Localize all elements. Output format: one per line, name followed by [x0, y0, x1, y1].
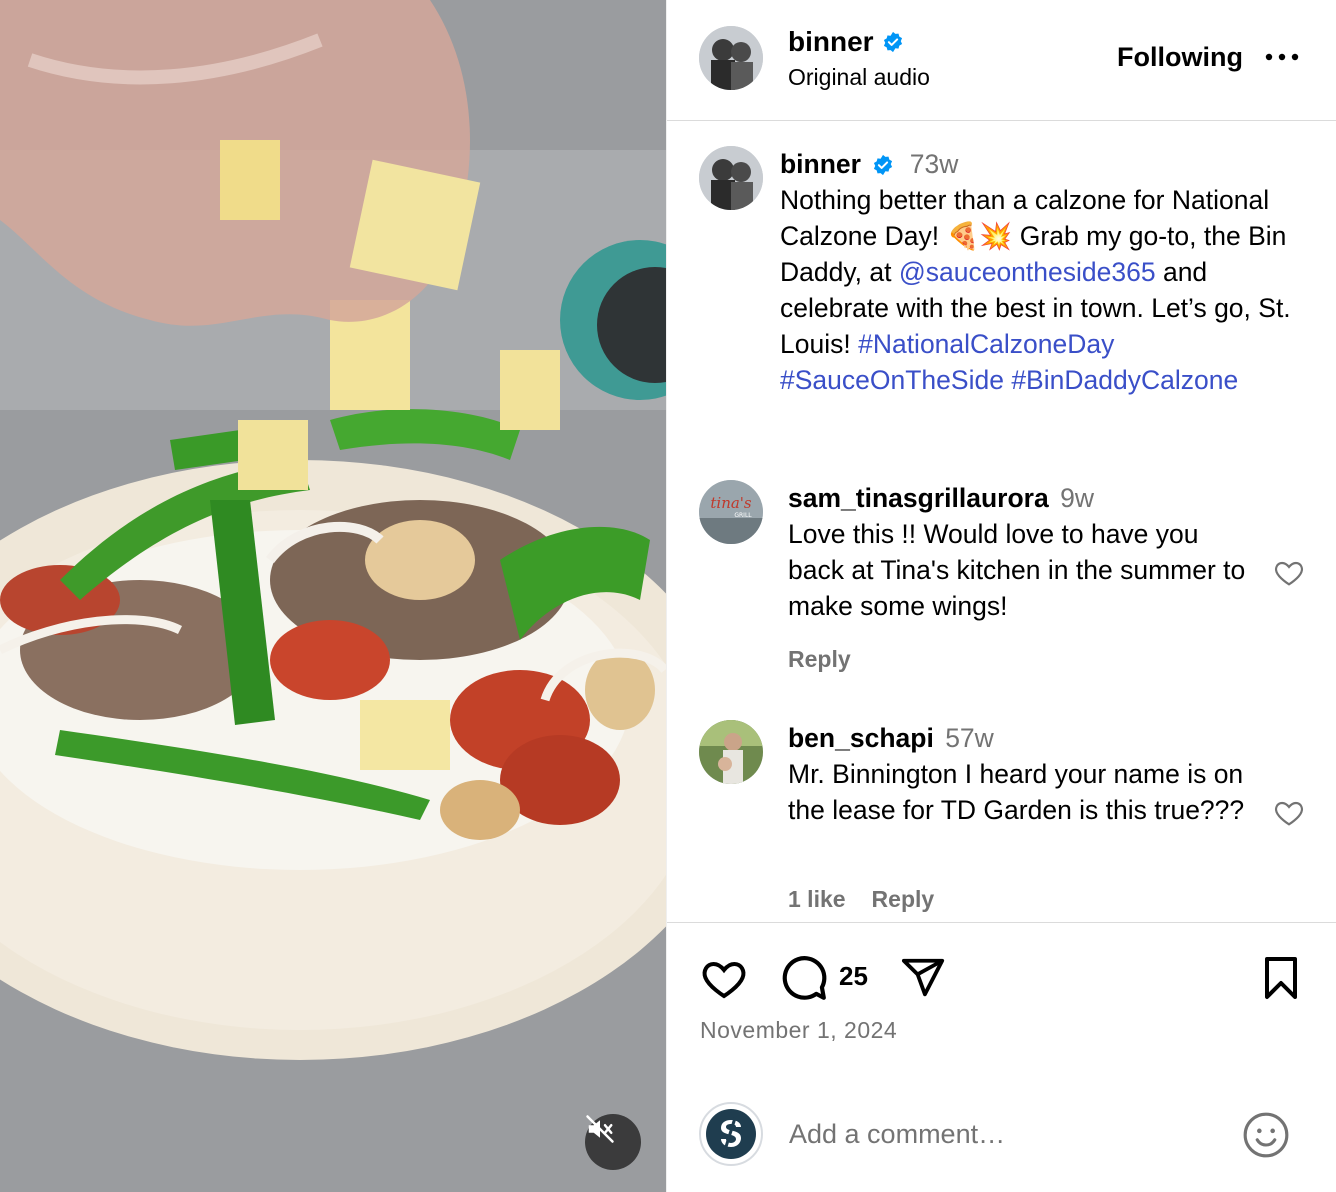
more-horizontal-icon	[1265, 53, 1299, 61]
hashtag-link[interactable]: #BinDaddyCalzone	[1011, 365, 1238, 395]
comment-text: Love this !! Would love to have you back…	[788, 519, 1246, 621]
comment-timestamp[interactable]: 9w	[1060, 483, 1094, 513]
caption-timestamp[interactable]: 73w	[910, 149, 959, 179]
original-audio-link[interactable]: Original audio	[788, 64, 930, 91]
commenter-avatar[interactable]	[699, 720, 763, 784]
more-options-button[interactable]	[1265, 40, 1299, 74]
comment-icon[interactable]	[779, 953, 829, 1003]
verified-badge-icon	[874, 154, 893, 176]
verified-badge-icon	[883, 31, 902, 53]
current-user-avatar[interactable]	[699, 1102, 763, 1166]
comment-username[interactable]: ben_schapi	[788, 723, 934, 753]
post-caption: binner 73w Nothing better than a calzone…	[780, 146, 1310, 398]
following-button[interactable]: Following	[1117, 42, 1243, 73]
comment-reply-button[interactable]: Reply	[788, 646, 851, 673]
comment-timestamp[interactable]: 57w	[945, 723, 994, 753]
comment-item: sam_tinasgrillaurora 9w Love this !! Wou…	[788, 480, 1258, 624]
add-comment-input[interactable]	[789, 1114, 1209, 1154]
heart-icon[interactable]	[699, 955, 749, 1003]
bookmark-icon[interactable]	[1257, 953, 1305, 1003]
comment-item: ben_schapi 57w Mr. Binnington I heard yo…	[788, 720, 1258, 828]
comment-likes-count[interactable]: 1 like	[788, 886, 846, 913]
emoji-smile-icon[interactable]	[1241, 1110, 1291, 1160]
add-comment-bar	[667, 1092, 1336, 1192]
calzone-video-frame	[0, 0, 666, 1192]
comment-text: Mr. Binnington I heard your name is on t…	[788, 759, 1245, 825]
post-video[interactable]	[0, 0, 666, 1192]
post-actions: 25 November 1, 2024	[667, 922, 1336, 1092]
comment-count: 25	[839, 961, 868, 991]
send-icon[interactable]	[899, 955, 947, 1001]
author-username-text[interactable]: binner	[788, 26, 874, 58]
comment-reply-button[interactable]: Reply	[872, 886, 935, 913]
caption-author-avatar[interactable]	[699, 146, 763, 210]
post-date[interactable]: November 1, 2024	[700, 1017, 897, 1044]
comment-like-heart-icon[interactable]	[1273, 557, 1305, 589]
commenter-avatar[interactable]: tina's GRILL	[699, 480, 763, 544]
caption-username[interactable]: binner	[780, 149, 861, 179]
svg-text:tina's: tina's	[710, 494, 752, 512]
comment-username[interactable]: sam_tinasgrillaurora	[788, 483, 1049, 513]
author-username[interactable]: binner	[788, 26, 904, 58]
mention-link[interactable]: @sauceontheside365	[899, 257, 1156, 287]
comments-list[interactable]: binner 73w Nothing better than a calzone…	[667, 122, 1336, 922]
hashtag-link[interactable]: #SauceOnTheSide	[780, 365, 1004, 395]
speaker-muted-icon	[586, 1115, 614, 1143]
post-header: binner Original audio Following	[667, 0, 1336, 121]
comment-like-heart-icon[interactable]	[1273, 797, 1305, 829]
svg-text:GRILL: GRILL	[734, 512, 752, 519]
mute-toggle-button[interactable]	[585, 1114, 641, 1170]
hashtag-link[interactable]: #NationalCalzoneDay	[858, 329, 1114, 359]
post-side-panel: binner Original audio Following binner 7…	[666, 0, 1336, 1192]
comment-meta: 1 like Reply	[788, 886, 934, 913]
author-avatar[interactable]	[699, 26, 763, 90]
comment-meta: Reply	[788, 646, 851, 673]
